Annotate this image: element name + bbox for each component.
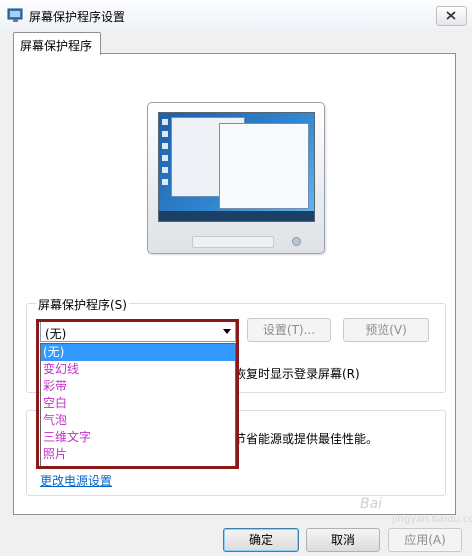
resume-logon-text: 恢复时显示登录屏幕(R) xyxy=(234,367,360,381)
monitor-panel xyxy=(192,236,274,248)
watermark-url: jingyan.baidu.com xyxy=(392,514,472,525)
close-icon xyxy=(446,11,456,20)
dropdown-option[interactable]: 彩带 xyxy=(41,378,235,395)
chevron-down-icon xyxy=(223,329,231,334)
dropdown-option[interactable]: 三维文字 xyxy=(41,429,235,446)
tab-screensaver[interactable]: 屏幕保护程序 xyxy=(13,32,101,55)
power-led-icon xyxy=(292,237,301,246)
dropdown-option[interactable]: 空白 xyxy=(41,395,235,412)
dropdown-option[interactable]: 变幻线 xyxy=(41,361,235,378)
dropdown-option[interactable]: (无) xyxy=(41,344,235,361)
dropdown-option[interactable]: 照片 xyxy=(41,446,235,463)
tab-label: 屏幕保护程序 xyxy=(20,39,93,53)
preview-screen-image xyxy=(158,112,315,222)
screensaver-select[interactable]: (无) xyxy=(40,320,236,342)
power-description: 节省能源或提供最佳性能。 xyxy=(234,432,379,446)
screensaver-group-label: 屏幕保护程序(S) xyxy=(36,296,129,313)
cancel-button[interactable]: 取消 xyxy=(306,528,380,552)
apply-button[interactable]: 应用(A) xyxy=(388,528,462,552)
close-button[interactable] xyxy=(436,6,467,26)
dropdown-option[interactable]: 气泡 xyxy=(41,412,235,429)
watermark-brand: Bai xyxy=(360,496,383,512)
title-bar: 屏幕保护程序设置 xyxy=(0,0,472,30)
screensaver-dropdown-list: (无) 变幻线 彩带 空白 气泡 三维文字 照片 xyxy=(40,343,236,469)
window-title: 屏幕保护程序设置 xyxy=(29,10,126,24)
ok-button[interactable]: 确定 xyxy=(223,528,299,552)
preview-button[interactable]: 预览(V) xyxy=(343,318,429,342)
change-power-settings-link[interactable]: 更改电源设置 xyxy=(40,472,112,489)
screensaver-select-value: (无) xyxy=(45,327,67,341)
display-settings-icon xyxy=(7,8,23,22)
settings-button[interactable]: 设置(T)... xyxy=(247,318,331,342)
